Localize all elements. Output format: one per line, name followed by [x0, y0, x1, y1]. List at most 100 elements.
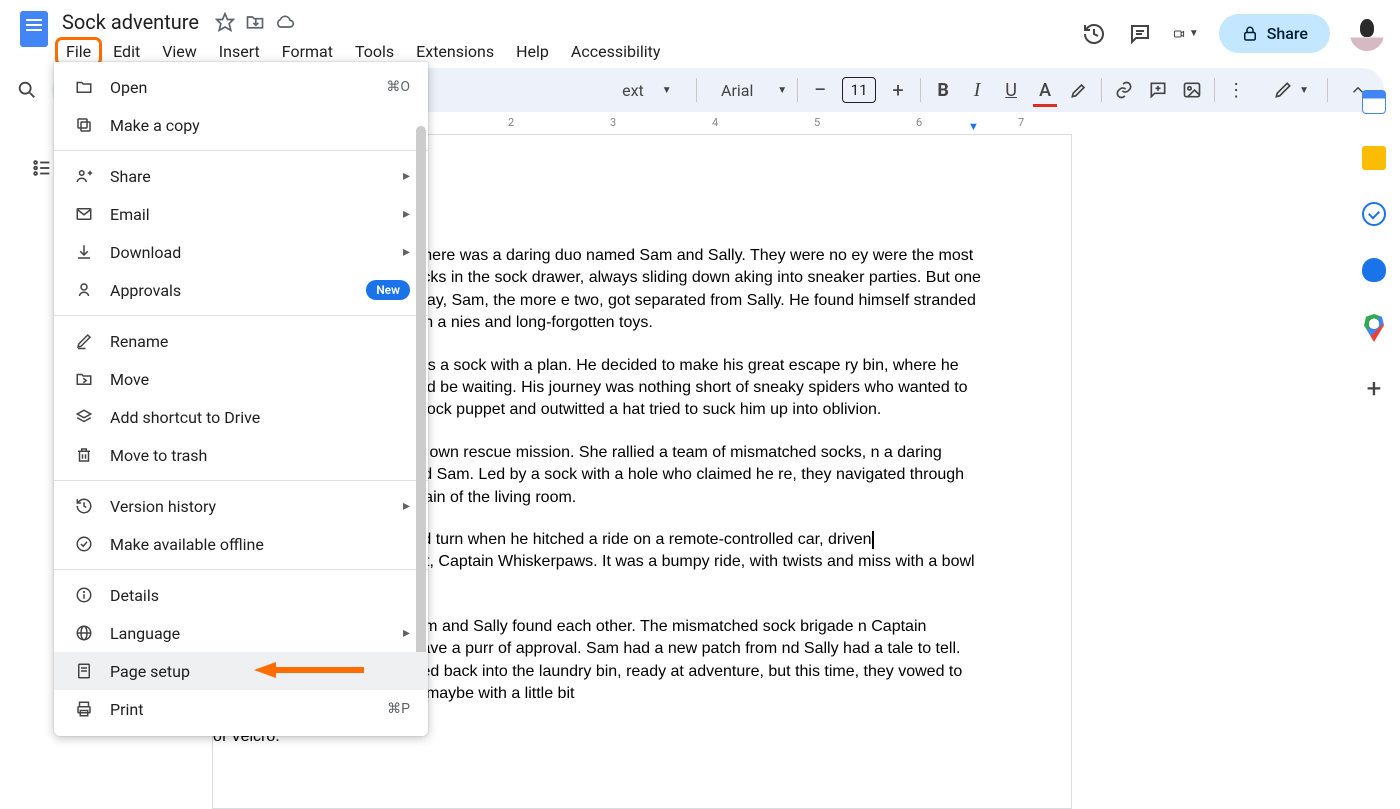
- menu-item-language[interactable]: Language▸: [54, 614, 428, 652]
- search-menus-icon[interactable]: [16, 79, 38, 101]
- shortcut-icon: [74, 407, 94, 427]
- menu-item-label: Print: [110, 700, 371, 719]
- account-avatar[interactable]: [1350, 17, 1384, 51]
- menu-item-trash[interactable]: Move to trash: [54, 436, 428, 474]
- approvals-icon: [74, 280, 94, 300]
- menu-accessibility[interactable]: Accessibility: [561, 38, 671, 65]
- editing-mode-button[interactable]: ▼: [1273, 76, 1309, 104]
- ruler-tick: 3: [610, 116, 616, 129]
- menu-item-history[interactable]: Version history▸: [54, 487, 428, 525]
- menu-item-email[interactable]: Email▸: [54, 195, 428, 233]
- menu-item-page-setup[interactable]: Page setup: [54, 652, 428, 690]
- menu-item-label: Make available offline: [110, 535, 410, 554]
- caret-down-icon: ▼: [777, 85, 787, 96]
- highlight-color-button[interactable]: [1067, 76, 1091, 104]
- ruler-tick: 4: [712, 116, 718, 129]
- side-panel: +: [1348, 72, 1400, 765]
- share-icon: [74, 166, 94, 186]
- new-badge: New: [366, 280, 410, 300]
- caret-down-icon: ▼: [1299, 85, 1309, 96]
- share-label: Share: [1267, 24, 1308, 43]
- file-menu-dropdown: Open⌘OMake a copyShare▸Email▸Download▸Ap…: [54, 62, 428, 736]
- menu-extensions[interactable]: Extensions: [406, 38, 504, 65]
- menu-item-label: Add shortcut to Drive: [110, 408, 410, 427]
- open-icon: [74, 77, 94, 97]
- menu-item-label: Page setup: [110, 662, 410, 681]
- submenu-arrow-icon: ▸: [403, 244, 410, 260]
- get-addons-icon[interactable]: +: [1367, 374, 1382, 404]
- paragraph-style-select[interactable]: Normal text ext ▼: [596, 76, 686, 104]
- trash-icon: [74, 445, 94, 465]
- menu-item-approvals[interactable]: Approvals New: [54, 271, 428, 309]
- menu-item-label: Language: [110, 624, 387, 643]
- menu-format[interactable]: Format: [272, 38, 343, 65]
- insert-link-button[interactable]: [1112, 76, 1136, 104]
- menu-item-label: Move: [110, 370, 410, 389]
- menu-item-print[interactable]: Print ⌘P: [54, 690, 428, 728]
- menu-insert[interactable]: Insert: [209, 38, 270, 65]
- menu-view[interactable]: View: [152, 38, 207, 65]
- move-icon: [74, 369, 94, 389]
- text-color-button[interactable]: A: [1033, 76, 1057, 104]
- menu-divider: [54, 480, 428, 481]
- star-icon[interactable]: [215, 12, 235, 32]
- ruler-indent-marker[interactable]: ▼: [968, 120, 979, 133]
- menu-item-download[interactable]: Download▸: [54, 233, 428, 271]
- keyboard-shortcut: ⌘O: [386, 79, 410, 95]
- contacts-icon[interactable]: [1362, 258, 1386, 282]
- cloud-status-icon[interactable]: [275, 12, 295, 32]
- keyboard-shortcut: ⌘P: [387, 701, 410, 717]
- copy-icon: [74, 115, 94, 135]
- ruler-tick: 5: [814, 116, 820, 129]
- font-family-label: Arial: [721, 81, 753, 100]
- menu-item-label: Move to trash: [110, 446, 410, 465]
- menu-item-share[interactable]: Share▸: [54, 157, 428, 195]
- bold-button[interactable]: B: [931, 76, 955, 104]
- menu-item-move[interactable]: Move: [54, 360, 428, 398]
- font-size-input[interactable]: 11: [842, 77, 876, 103]
- increase-font-size-button[interactable]: +: [886, 76, 910, 104]
- menu-item-open[interactable]: Open⌘O: [54, 68, 428, 106]
- menu-item-label: Approvals: [110, 281, 350, 300]
- history-icon[interactable]: [1081, 21, 1107, 47]
- language-icon: [74, 623, 94, 643]
- comments-icon[interactable]: [1127, 21, 1153, 47]
- menu-item-rename[interactable]: Rename: [54, 322, 428, 360]
- menu-item-label: Rename: [110, 332, 410, 351]
- menu-file[interactable]: File: [56, 38, 101, 65]
- menu-help[interactable]: Help: [506, 38, 559, 65]
- submenu-arrow-icon: ▸: [403, 498, 410, 514]
- menu-tools[interactable]: Tools: [345, 38, 404, 65]
- document-title[interactable]: Sock adventure: [56, 10, 205, 34]
- keep-icon[interactable]: [1362, 146, 1386, 170]
- underline-button[interactable]: U: [999, 76, 1023, 104]
- calendar-icon[interactable]: [1362, 90, 1386, 114]
- docs-logo-icon[interactable]: [20, 11, 48, 47]
- history-icon: [74, 496, 94, 516]
- move-folder-icon[interactable]: [245, 12, 265, 32]
- menu-edit[interactable]: Edit: [103, 38, 150, 65]
- menu-divider: [54, 150, 428, 151]
- menu-item-offline[interactable]: Make available offline: [54, 525, 428, 563]
- ruler-tick: 2: [508, 116, 514, 129]
- more-toolbar-button[interactable]: ⋮: [1225, 76, 1249, 104]
- share-button[interactable]: Share: [1219, 14, 1330, 53]
- italic-button[interactable]: I: [965, 76, 989, 104]
- submenu-arrow-icon: ▸: [403, 168, 410, 184]
- page-setup-icon: [74, 661, 94, 681]
- menu-divider: [54, 315, 428, 316]
- menu-item-copy[interactable]: Make a copy: [54, 106, 428, 144]
- caret-down-icon: ▼: [1189, 28, 1199, 39]
- meet-icon[interactable]: ▼: [1173, 21, 1199, 47]
- menu-item-shortcut[interactable]: Add shortcut to Drive: [54, 398, 428, 436]
- menu-item-label: Details: [110, 586, 410, 605]
- font-family-select[interactable]: Arial: [707, 76, 767, 104]
- menu-item-details[interactable]: Details: [54, 576, 428, 614]
- tasks-icon[interactable]: [1362, 202, 1386, 226]
- menu-divider: [54, 569, 428, 570]
- maps-icon[interactable]: [1364, 314, 1384, 342]
- add-comment-button[interactable]: [1146, 76, 1170, 104]
- insert-image-button[interactable]: [1180, 76, 1204, 104]
- dropdown-scrollbar[interactable]: [416, 126, 426, 676]
- decrease-font-size-button[interactable]: −: [808, 76, 832, 104]
